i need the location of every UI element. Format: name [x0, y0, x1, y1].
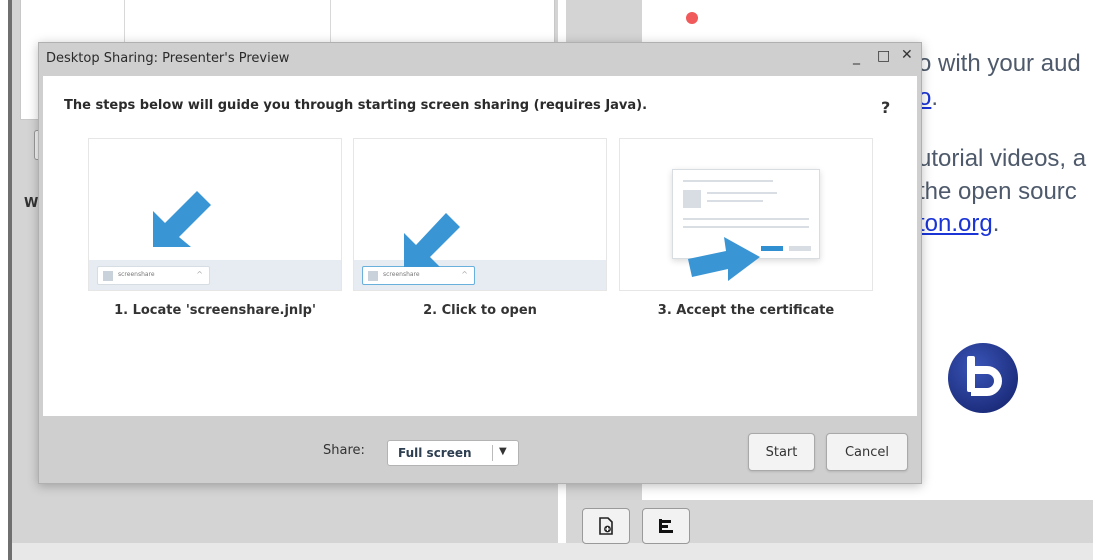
- chevron-up-icon: ^: [196, 270, 203, 279]
- table-column-divider: [330, 0, 331, 42]
- file-icon: [103, 271, 113, 281]
- cert-line: [707, 200, 763, 202]
- recording-indicator: [686, 12, 698, 24]
- dialog-content: The steps below will guide you through s…: [43, 76, 917, 416]
- step-1-label: 1. Locate 'screenshare.jnlp': [114, 303, 316, 318]
- intro-text: The steps below will guide you through s…: [64, 98, 648, 113]
- cert-line: [683, 226, 809, 228]
- minimize-button[interactable]: _: [853, 49, 860, 65]
- share-label: Share:: [323, 443, 365, 458]
- step-2-image: screenshare ^: [353, 138, 607, 291]
- bigbluebutton-logo: [948, 343, 1018, 413]
- left-panel-label: W: [24, 196, 39, 211]
- upload-document-button[interactable]: [582, 508, 630, 544]
- desktop-sharing-dialog: Desktop Sharing: Presenter's Preview _ □…: [38, 42, 922, 484]
- step-2-label: 2. Click to open: [423, 303, 537, 318]
- share-mode-select[interactable]: Full screen ▼: [387, 440, 519, 466]
- cert-accept-button: [761, 246, 783, 251]
- cert-line: [683, 180, 773, 182]
- cert-cancel-button: [789, 246, 811, 251]
- cert-line: [683, 218, 809, 220]
- cancel-button[interactable]: Cancel: [826, 433, 908, 471]
- chevron-down-icon: ▼: [499, 446, 507, 457]
- start-button[interactable]: Start: [748, 433, 815, 471]
- upload-document-icon: [599, 517, 613, 535]
- cert-icon: [683, 190, 701, 208]
- website-link[interactable]: ton.org: [918, 210, 993, 237]
- welcome-text-line: o with your aud: [918, 50, 1081, 77]
- file-strip: screenshare ^: [354, 260, 606, 290]
- maximize-button[interactable]: □: [877, 48, 890, 64]
- layout-icon: [659, 519, 673, 533]
- help-button[interactable]: ?: [881, 98, 890, 117]
- cert-line: [707, 192, 777, 194]
- file-name: screenshare: [118, 271, 155, 278]
- bottom-strip: [12, 543, 1093, 560]
- step-3-image: [619, 138, 873, 291]
- arrow-down-left-icon: [404, 213, 460, 267]
- arrow-down-left-icon: [153, 191, 211, 247]
- select-divider: [492, 445, 493, 461]
- file-item: screenshare ^: [97, 266, 210, 285]
- step-1-image: screenshare ^: [88, 138, 342, 291]
- file-icon: [368, 271, 378, 281]
- close-button[interactable]: ✕: [901, 47, 913, 63]
- welcome-text-line: utorial videos, a: [918, 145, 1087, 172]
- welcome-text-line: ton.org.: [918, 210, 1000, 237]
- arrow-right-icon: [688, 237, 760, 281]
- step-3-label: 3. Accept the certificate: [657, 303, 835, 318]
- table-column-divider: [124, 0, 125, 42]
- file-strip: screenshare ^: [89, 260, 341, 290]
- dialog-titlebar[interactable]: Desktop Sharing: Presenter's Preview _ □…: [39, 43, 921, 75]
- share-mode-value: Full screen: [398, 446, 472, 460]
- dialog-title: Desktop Sharing: Presenter's Preview: [46, 51, 290, 66]
- layout-button[interactable]: [642, 508, 690, 544]
- welcome-text-line: the open sourc: [918, 178, 1077, 205]
